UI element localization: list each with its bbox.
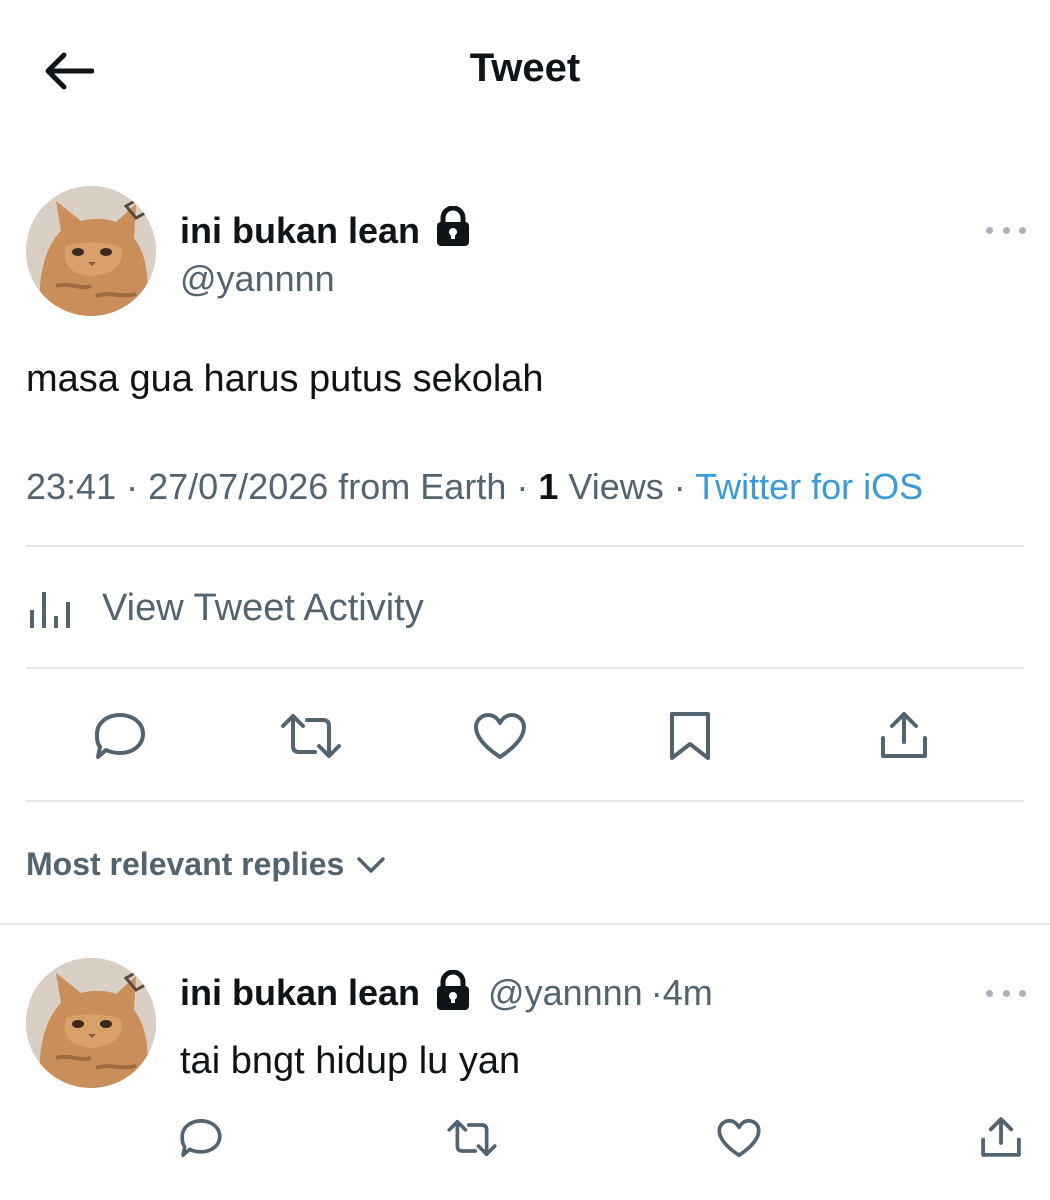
reply-button[interactable] <box>90 708 150 764</box>
author-handle[interactable]: @yannnn <box>180 258 335 300</box>
share-button[interactable] <box>874 706 934 764</box>
activity-label: View Tweet Activity <box>102 586 424 629</box>
bookmark-icon <box>670 712 710 760</box>
like-button[interactable] <box>470 708 530 764</box>
chevron-down-icon <box>357 856 386 873</box>
reply-icon <box>95 713 145 759</box>
reply-share-button[interactable] <box>976 1112 1026 1162</box>
reply-reply-button[interactable] <box>176 1114 226 1162</box>
reply-separator: · <box>650 971 663 1013</box>
page-title: Tweet <box>469 46 581 90</box>
reply-author-name[interactable]: ini bukan lean <box>180 972 420 1014</box>
tweet-location: from Earth <box>338 466 507 507</box>
reply-header: ini bukan lean @yannnn · 4m <box>180 969 713 1015</box>
divider <box>0 923 1050 925</box>
cat-avatar-image <box>26 186 156 316</box>
heart-icon <box>474 713 526 759</box>
share-icon <box>881 712 927 758</box>
reply-time: 4m <box>662 971 713 1013</box>
reply-avatar[interactable] <box>26 958 156 1088</box>
author-display-name: ini bukan lean <box>180 209 421 251</box>
tweet-text: masa gua harus putus sekolah <box>26 358 544 400</box>
tweet-meta: 23:41 · 27/07/2026 from Earth · 1 Views … <box>26 466 924 507</box>
replies-sort-label: Most relevant replies <box>26 846 345 882</box>
divider <box>26 545 1024 547</box>
divider <box>26 667 1024 669</box>
bar-chart-icon <box>30 592 70 628</box>
lock-icon <box>434 969 472 1015</box>
reply-retweet-button[interactable] <box>444 1114 500 1162</box>
more-options-button[interactable] <box>986 224 1026 236</box>
cat-avatar-image <box>26 958 156 1088</box>
tweet-source-link[interactable]: Twitter for iOS <box>695 466 923 507</box>
more-horizontal-icon <box>986 989 993 997</box>
divider <box>26 800 1024 802</box>
retweet-icon <box>281 714 341 758</box>
retweet-button[interactable] <box>276 708 346 764</box>
tweet-time: 23:41 <box>26 466 117 507</box>
view-tweet-activity-button[interactable]: View Tweet Activity <box>26 586 424 630</box>
reply-author-handle[interactable]: @yannnn <box>488 972 643 1014</box>
bookmark-button[interactable] <box>660 708 720 764</box>
reply-text: tai bngt hidup lu yan <box>180 1040 521 1082</box>
avatar[interactable] <box>26 186 156 316</box>
tweet-date: 27/07/2026 <box>148 466 329 507</box>
more-horizontal-icon <box>986 226 993 234</box>
views-label[interactable]: Views <box>568 466 663 507</box>
author-name[interactable]: ini bukan lean <box>180 205 472 255</box>
replies-sort-button[interactable]: Most relevant replies <box>26 846 386 883</box>
reply-like-button[interactable] <box>714 1114 764 1162</box>
views-count: 1 <box>538 466 559 507</box>
share-icon <box>981 1117 1021 1157</box>
retweet-icon <box>447 1119 497 1157</box>
reply-more-options-button[interactable] <box>986 987 1026 999</box>
heart-icon <box>717 1118 761 1158</box>
lock-icon <box>434 205 472 255</box>
reply-icon <box>180 1119 222 1157</box>
